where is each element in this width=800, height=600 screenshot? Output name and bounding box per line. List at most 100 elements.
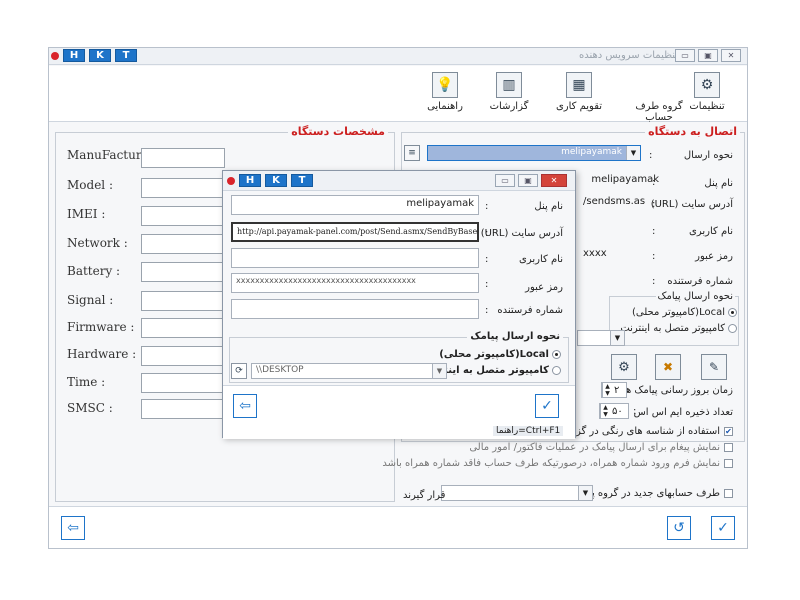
red-dot-icon: [51, 51, 59, 60]
dialog-computer-value: \\DESKTOP: [256, 365, 304, 375]
main-panel-name-value: melipayamak: [591, 174, 659, 185]
colon-mark: :: [485, 254, 489, 265]
spec-time-value: [141, 373, 225, 393]
minimize-button[interactable]: ▭: [675, 49, 695, 62]
gear-icon: ⚙: [694, 72, 720, 98]
main-username-label: نام کاربری: [689, 226, 733, 237]
dialog-sender-label: شماره فرستنده: [497, 305, 563, 316]
main-panel-name-label: نام پنل: [704, 178, 733, 189]
dialog-hkt-key-k: K: [265, 174, 287, 187]
history-label: تعداد ذخیره ایم اس اس: [633, 407, 733, 418]
lightbulb-icon: 💡: [432, 72, 458, 98]
colon-mark: :: [485, 279, 489, 290]
checkbox-icon: [724, 458, 733, 468]
settings-dialog: H K T ▭ ▣ ✕ melipayamak : نام پنل http:/…: [222, 170, 576, 439]
radio-dot-icon: [552, 349, 561, 359]
colon-mark: :: [652, 177, 656, 188]
colon-mark: :: [649, 150, 653, 161]
refresh-value: ۲: [614, 384, 620, 396]
colon-mark: :: [633, 406, 637, 417]
ribbon-help[interactable]: 💡 راهنمایی: [415, 72, 475, 112]
hkt-key-h: H: [63, 49, 85, 62]
radio-dot-icon: [552, 365, 561, 375]
spec-imei-label: IMEI :: [67, 207, 106, 221]
account-group-select[interactable]: ▼: [441, 485, 593, 501]
chart-icon: ▥: [496, 72, 522, 98]
red-dot-icon: [227, 176, 235, 185]
dialog-close-button[interactable]: ✕: [541, 174, 567, 187]
bottom-bar: ⇦ ↺ ✓: [49, 506, 747, 548]
dialog-panel-name-label: نام پنل: [534, 201, 563, 212]
ribbon-calendar-label: تقویم کاری: [555, 101, 603, 112]
ribbon-account-group-label: گروه طرف حساب: [635, 101, 683, 123]
history-value: ۵۰: [612, 405, 623, 417]
window-controls: ▭ ▣ ✕: [675, 49, 741, 62]
main-password-label: رمز عبور: [695, 251, 733, 262]
dialog-panel-name-input[interactable]: melipayamak: [231, 195, 479, 215]
main-local-label: Local(کامپیوتر محلی): [631, 307, 725, 318]
dialog-password-value: xxxxxxxxxxxxxxxxxxxxxxxxxxxxxxxxxxxxxx: [236, 276, 416, 285]
refresh-spinner[interactable]: ▲ ▼ ۲: [601, 382, 627, 398]
ribbon-calendar[interactable]: ▦ تقویم کاری: [549, 72, 609, 112]
dialog-window-controls: ▭ ▣ ✕: [495, 174, 567, 187]
ribbon-reports[interactable]: ▥ گزارشات: [479, 72, 539, 112]
radio-dot-icon: [728, 307, 737, 317]
dialog-sender-input[interactable]: [231, 299, 479, 319]
dialog-local-label: Local(کامپیوتر محلی): [439, 349, 549, 360]
main-password-value: xxxx: [583, 248, 607, 259]
main-computer-select[interactable]: ▼: [577, 330, 625, 346]
dialog-refresh-icon[interactable]: ⟳: [231, 363, 247, 379]
spec-signal-value: [141, 291, 225, 311]
calendar-icon: ▦: [566, 72, 592, 98]
chk-new-accounts[interactable]: طرف حسابهای جدید در گروه پیامک: [572, 488, 733, 499]
dialog-maximize-button[interactable]: ▣: [518, 174, 538, 187]
main-internet-radio[interactable]: کامپیوتر متصل به اینترنت: [620, 323, 737, 334]
spec-signal-label: Signal :: [67, 293, 114, 307]
refresh-settings-icon[interactable]: ⚙: [611, 354, 637, 380]
colon-mark: :: [485, 305, 489, 316]
dialog-confirm-icon[interactable]: ✓: [535, 394, 559, 418]
radio-dot-icon: [728, 323, 737, 333]
close-button[interactable]: ✕: [721, 49, 741, 62]
back-arrow-icon[interactable]: ⇦: [61, 516, 85, 540]
dialog-local-radio[interactable]: Local(کامپیوتر محلی): [439, 349, 561, 360]
ribbon-reports-label: گزارشات: [489, 101, 529, 112]
maximize-button[interactable]: ▣: [698, 49, 718, 62]
chevron-down-icon: ▼: [610, 331, 624, 345]
connection-title: اتصال به دستگاه: [645, 125, 740, 138]
dialog-hkt-key-h: H: [239, 174, 261, 187]
dialog-panel-name-value: melipayamak: [406, 198, 474, 209]
chk-notify[interactable]: نمایش پیغام برای ارسال پیامک در عملیات ف…: [469, 442, 733, 453]
hkt-key-t: T: [115, 49, 137, 62]
main-internet-label: کامپیوتر متصل به اینترنت: [620, 323, 725, 334]
clear-list-icon[interactable]: ✖: [655, 354, 681, 380]
main-url-value: /sendsms.ashx?: [583, 196, 645, 207]
spec-firmware-label: Firmware :: [67, 320, 135, 334]
confirm-icon[interactable]: ✓: [711, 516, 735, 540]
colon-mark: :: [652, 276, 656, 287]
undo-icon[interactable]: ↺: [667, 516, 691, 540]
edit-list-icon[interactable]: ✎: [701, 354, 727, 380]
dialog-password-input[interactable]: xxxxxxxxxxxxxxxxxxxxxxxxxxxxxxxxxxxxxx: [231, 273, 479, 293]
spec-network-label: Network :: [67, 236, 128, 250]
spinner-arrows-icon: ▲ ▼: [602, 383, 612, 397]
main-local-radio[interactable]: Local(کامپیوتر محلی): [632, 307, 737, 318]
history-spinner[interactable]: ▲ ▼ ۵۰: [599, 403, 629, 419]
chk-new-accounts-label: طرف حسابهای جدید در گروه پیامک: [571, 488, 720, 499]
chevron-down-icon: ▼: [432, 364, 446, 378]
colon-mark: :: [652, 226, 656, 237]
dialog-back-arrow-icon[interactable]: ⇦: [233, 394, 257, 418]
dialog-help-text: راهنما=Ctrl+F1: [493, 426, 564, 436]
send-method-value: melipayamak: [561, 147, 622, 157]
dialog-computer-select[interactable]: \\DESKTOP ▼: [251, 363, 447, 379]
ribbon-account-group[interactable]: گروه طرف حساب: [629, 72, 689, 123]
dialog-username-input[interactable]: [231, 248, 479, 268]
ribbon-help-label: راهنمایی: [427, 101, 463, 112]
send-method-select[interactable]: melipayamak ▼: [427, 145, 641, 161]
main-send-type-title: نحوه ارسال پیامک: [655, 291, 735, 302]
dialog-url-input[interactable]: http://api.payamak-panel.com/post/Send.a…: [231, 222, 479, 242]
spec-model-label: Model :: [67, 178, 113, 192]
send-method-icon[interactable]: ≡: [404, 145, 420, 161]
chk-mobile-form[interactable]: نمایش فرم ورود شماره همراه، درصورتیکه طر…: [382, 458, 733, 469]
dialog-minimize-button[interactable]: ▭: [495, 174, 515, 187]
